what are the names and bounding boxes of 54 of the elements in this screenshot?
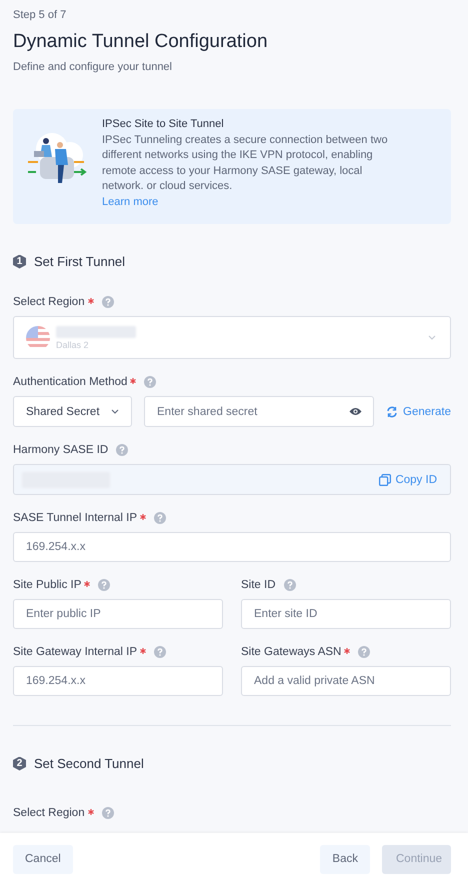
- flag-icon: [26, 326, 50, 350]
- help-icon[interactable]: [102, 296, 114, 308]
- help-icon[interactable]: [144, 376, 156, 388]
- field-label: Site Gateway Internal IP: [13, 646, 138, 658]
- page-title: Dynamic Tunnel Configuration: [13, 31, 269, 53]
- step-number-badge: 2: [13, 756, 26, 770]
- text-input-field[interactable]: Enter public IP: [13, 599, 223, 629]
- auth-method-select[interactable]: Shared Secret: [13, 396, 132, 427]
- section-title: Set Second Tunnel: [34, 756, 144, 771]
- section-title: Set First Tunnel: [34, 254, 126, 269]
- copy-icon: [379, 474, 392, 486]
- required-asterisk-icon: [84, 581, 90, 587]
- step-number-badge: 1: [13, 254, 26, 268]
- step-indicator: Step 5 of 7: [13, 9, 68, 21]
- required-asterisk-icon: [88, 809, 94, 815]
- region-select[interactable]: Dallas 2: [13, 316, 451, 359]
- region-value: Dallas 2: [56, 340, 90, 350]
- refresh-icon: [386, 406, 398, 418]
- field-label: Select Region: [13, 296, 85, 308]
- cancel-button[interactable]: Cancel: [13, 844, 73, 874]
- field-label: SASE Tunnel Internal IP: [13, 512, 138, 524]
- field-label: Harmony SASE ID: [13, 444, 108, 456]
- back-button[interactable]: Back: [320, 844, 370, 874]
- field-label: Site Public IP: [13, 579, 82, 591]
- info-description: IPSec Tunneling creates a secure connection between two different networks using the IKE VPN protocol, enabling remote access to your Harmony SASE gateway, local network. or cloud services.: [102, 132, 389, 194]
- learn-more-link[interactable]: Learn more: [102, 196, 158, 208]
- chevron-down-icon: [111, 409, 119, 414]
- required-asterisk-icon: [344, 648, 350, 654]
- help-icon[interactable]: [154, 512, 166, 524]
- eye-icon[interactable]: [349, 407, 362, 416]
- field-label: Authentication Method: [13, 376, 128, 388]
- help-icon[interactable]: [358, 646, 370, 658]
- help-icon[interactable]: [102, 807, 114, 819]
- shared-secret-field[interactable]: Enter shared secret: [144, 396, 374, 427]
- help-icon[interactable]: [284, 579, 296, 591]
- required-asterisk-icon: [130, 378, 136, 384]
- help-icon[interactable]: [154, 646, 166, 658]
- field-label: Site Gateways ASN: [241, 646, 342, 658]
- page-subtitle: Define and configure your tunnel: [13, 61, 173, 73]
- generate-button[interactable]: Generate: [386, 406, 451, 418]
- text-input-field[interactable]: 169.254.x.x: [13, 532, 451, 562]
- field-label: Site ID: [241, 579, 276, 591]
- text-input-field[interactable]: Add a valid private ASN: [241, 666, 451, 696]
- help-icon[interactable]: [98, 579, 110, 591]
- required-asterisk-icon: [140, 648, 146, 654]
- info-title: IPSec Site to Site Tunnel: [102, 117, 225, 132]
- field-label: Select Region: [13, 807, 85, 819]
- copy-id-button[interactable]: Copy ID: [379, 474, 437, 486]
- chevron-down-icon: [428, 335, 436, 340]
- required-asterisk-icon: [140, 514, 146, 520]
- required-asterisk-icon: [88, 298, 94, 304]
- help-icon[interactable]: [116, 444, 128, 456]
- text-input-field[interactable]: 169.254.x.x: [13, 666, 223, 696]
- text-input-field[interactable]: Enter site ID: [241, 599, 451, 629]
